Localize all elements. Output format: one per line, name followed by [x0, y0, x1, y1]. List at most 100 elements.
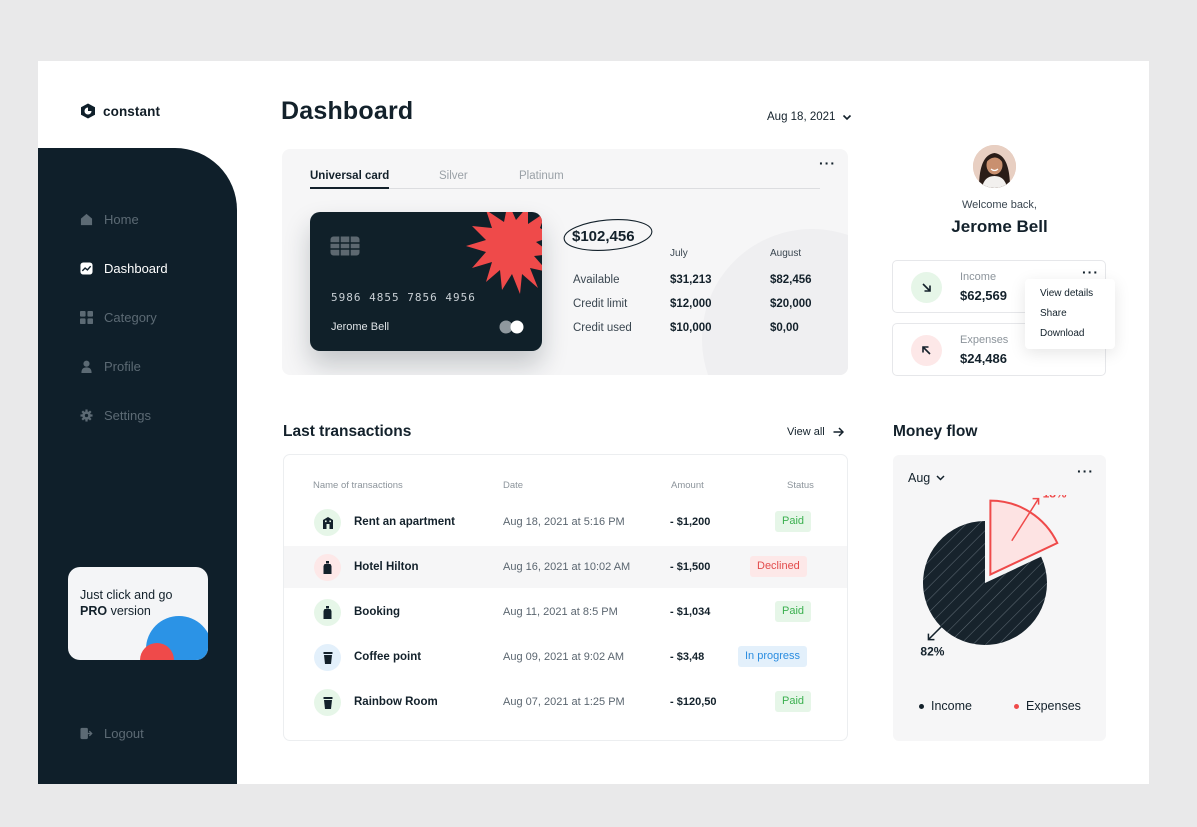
column-header-status: Status — [787, 480, 814, 491]
sidebar-item-label: Home — [104, 212, 139, 227]
income-label: Income — [960, 271, 997, 283]
expenses-value: $24,486 — [960, 351, 1007, 366]
pro-promo-text: Just click and go PRO version — [80, 587, 172, 619]
logout-icon — [80, 727, 93, 740]
legend-dot-expenses — [1014, 703, 1019, 709]
transaction-name: Rent an apartment — [354, 516, 455, 528]
tab-platinum[interactable]: Platinum — [519, 170, 564, 189]
avatar[interactable] — [973, 145, 1016, 188]
chevron-down-icon — [936, 475, 945, 481]
sidebar-item-label: Category — [104, 310, 157, 325]
user-icon — [81, 360, 92, 373]
menu-item-share[interactable]: Share — [1040, 308, 1067, 319]
arrow-up-left-icon — [911, 335, 942, 366]
card-holder-name: Jerome Bell — [331, 321, 390, 333]
bottle-icon — [314, 554, 341, 581]
available-august: $82,456 — [770, 274, 812, 286]
transaction-date: Aug 18, 2021 at 5:16 PM — [503, 516, 625, 528]
transactions-title: Last transactions — [283, 423, 412, 440]
expenses-label: Expenses — [960, 334, 1009, 346]
status-badge: In progress — [738, 646, 808, 667]
row-label-credit-used: Credit used — [573, 322, 632, 334]
money-flow-panel: Aug ··· 18% 82% Income Expenses — [893, 455, 1106, 741]
welcome-text: Welcome back, — [962, 199, 1037, 211]
card-chip-icon — [330, 236, 360, 256]
legend-item-income: Income — [919, 699, 972, 713]
table-row[interactable]: Coffee point Aug 09, 2021 at 9:02 AM - $… — [284, 636, 847, 678]
grid-icon — [80, 311, 93, 324]
cards-panel: Universal card Silver Platinum ··· 5986 … — [282, 149, 848, 375]
date-value: Aug 18, 2021 — [767, 111, 836, 123]
status-badge: Paid — [775, 601, 812, 622]
cup-icon — [314, 689, 341, 716]
sidebar-item-dashboard[interactable]: Dashboard — [80, 261, 168, 276]
row-label-available: Available — [573, 274, 620, 286]
period-selector[interactable]: Aug — [908, 471, 945, 485]
avatar-image — [973, 145, 1016, 188]
card-number: 5986 4855 7856 4956 — [331, 291, 476, 304]
sidebar-item-category[interactable]: Category — [80, 310, 157, 325]
user-name: Jerome Bell — [951, 217, 1048, 236]
legend-label-expenses: Expenses — [1026, 699, 1081, 713]
status-badge: Paid — [775, 511, 812, 532]
transaction-amount: - $3,48 — [670, 651, 705, 663]
arrow-down-right-icon — [911, 272, 942, 303]
transaction-amount: - $1,034 — [670, 606, 711, 618]
card-network-icon — [499, 320, 524, 334]
legend-item-expenses: Expenses — [1014, 699, 1081, 713]
transaction-date: Aug 07, 2021 at 1:25 PM — [503, 696, 625, 708]
logo-icon — [81, 103, 95, 119]
sidebar-item-home[interactable]: Home — [80, 212, 139, 227]
sidebar-item-settings[interactable]: Settings — [80, 408, 151, 423]
app-name: constant — [103, 103, 161, 119]
column-header-july: July — [670, 248, 688, 259]
table-row[interactable]: Rainbow Room Aug 07, 2021 at 1:25 PM - $… — [284, 681, 847, 723]
pie-slice-expenses — [989, 499, 1059, 577]
dashboard-icon — [80, 262, 93, 275]
column-header-name: Name of transactions — [313, 480, 403, 491]
transaction-name: Coffee point — [354, 651, 422, 663]
tab-universal-card[interactable]: Universal card — [310, 170, 390, 189]
bottle-icon — [314, 599, 341, 626]
sidebar-item-profile[interactable]: Profile — [80, 359, 141, 374]
column-header-date: Date — [503, 480, 524, 491]
more-options-icon[interactable]: ··· — [819, 156, 836, 170]
transaction-name: Hotel Hilton — [354, 561, 419, 573]
app-logo[interactable]: constant — [80, 103, 160, 119]
table-row[interactable]: Booking Aug 11, 2021 at 8:5 PM - $1,034 … — [284, 591, 847, 633]
sidebar: Home Dashboard Category Profile Settings… — [38, 148, 237, 784]
more-options-icon[interactable]: ··· — [1082, 265, 1099, 279]
view-all-label: View all — [787, 426, 825, 438]
income-value: $62,569 — [960, 288, 1007, 303]
credit-card[interactable]: 5986 4855 7856 4956 Jerome Bell — [310, 212, 542, 351]
logout-label: Logout — [104, 726, 144, 741]
available-july: $31,213 — [670, 274, 712, 286]
sidebar-item-label: Settings — [104, 408, 151, 423]
transaction-amount: - $120,50 — [670, 696, 717, 708]
sidebar-item-label: Dashboard — [104, 261, 168, 276]
transaction-amount: - $1,500 — [670, 561, 711, 573]
view-all-link[interactable]: View all — [787, 426, 844, 438]
tab-silver[interactable]: Silver — [439, 170, 468, 189]
pro-upgrade-card[interactable]: Just click and go PRO version — [68, 567, 208, 660]
table-row[interactable]: Hotel Hilton Aug 16, 2021 at 10:02 AM - … — [284, 546, 847, 588]
table-row[interactable]: Rent an apartment Aug 18, 2021 at 5:16 P… — [284, 501, 847, 543]
chevron-down-icon — [843, 114, 852, 120]
transaction-amount: - $1,200 — [670, 516, 711, 528]
legend-dot-income — [919, 703, 924, 709]
more-options-icon[interactable]: ··· — [1077, 464, 1094, 478]
menu-item-view-details[interactable]: View details — [1040, 288, 1093, 299]
menu-item-download[interactable]: Download — [1040, 328, 1084, 339]
credit-used-august: $0,00 — [770, 322, 799, 334]
cup-icon — [314, 644, 341, 671]
period-value: Aug — [908, 471, 931, 485]
column-header-amount: Amount — [671, 480, 704, 491]
date-selector[interactable]: Aug 18, 2021 — [767, 111, 852, 123]
card-balance: $102,456 — [572, 228, 635, 245]
logout-button[interactable]: Logout — [80, 726, 144, 741]
money-flow-title: Money flow — [893, 423, 978, 440]
status-badge: Declined — [750, 556, 807, 577]
transaction-date: Aug 16, 2021 at 10:02 AM — [503, 561, 631, 573]
legend-label-income: Income — [931, 699, 972, 713]
sidebar-item-label: Profile — [104, 359, 141, 374]
